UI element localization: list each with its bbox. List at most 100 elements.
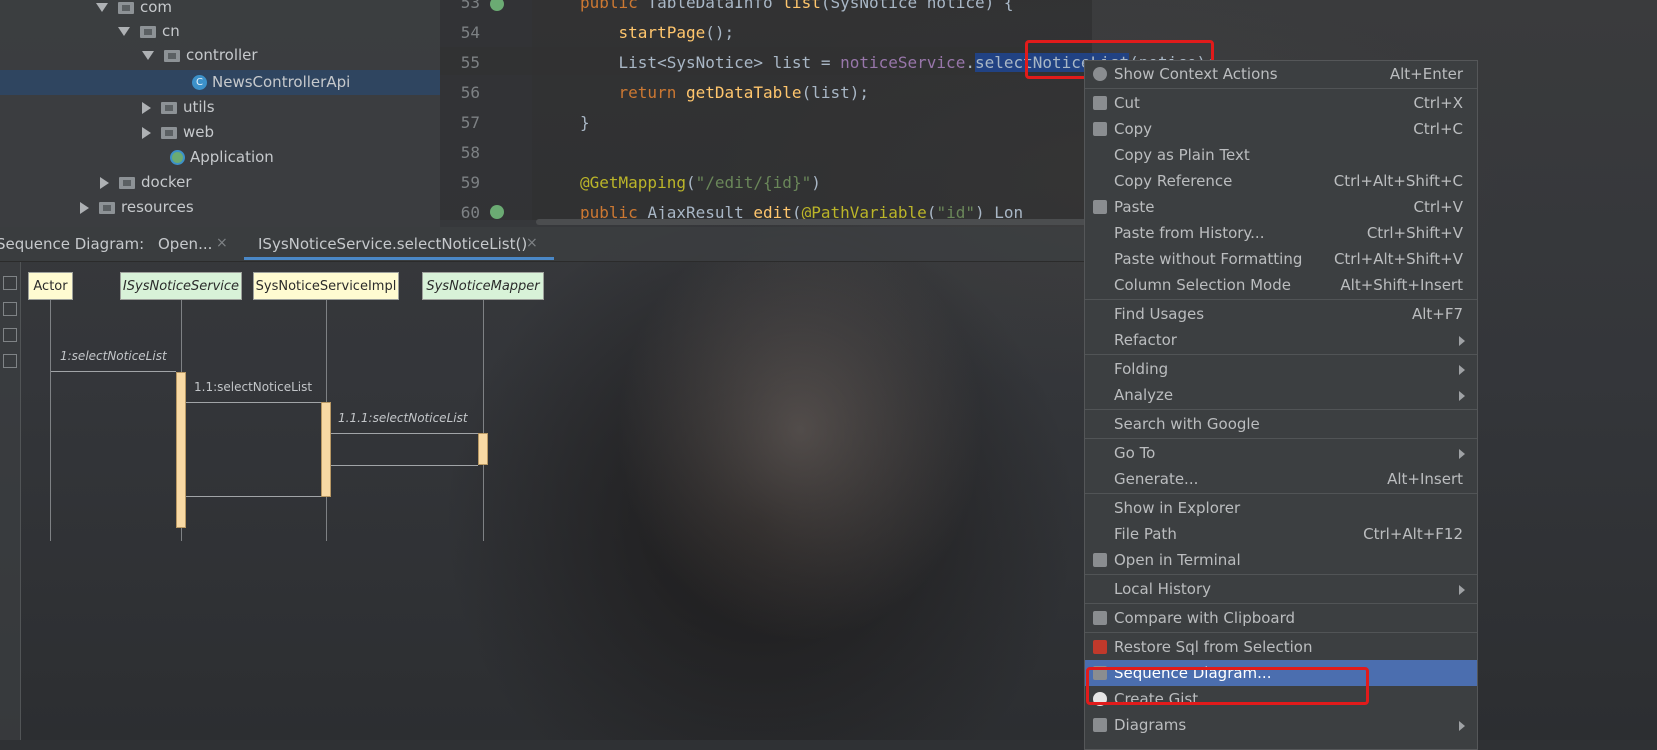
participant-isysnoticeservice[interactable]: ISysNoticeService [120, 272, 242, 300]
tool-window-title: Sequence Diagram: [0, 235, 145, 253]
menu-separator [1085, 354, 1477, 355]
clipboard-icon [1093, 200, 1107, 214]
expand-arrow-icon[interactable] [96, 3, 108, 12]
menu-item-label: Diagrams [1114, 716, 1187, 734]
tree-item-cn[interactable]: cn [118, 19, 180, 44]
diagram-icon [1093, 718, 1107, 732]
code-token: } [580, 113, 590, 132]
code-line[interactable]: public TableDataInfo list(SysNotice noti… [580, 0, 1014, 12]
submenu-arrow-icon [1459, 336, 1465, 346]
image-icon[interactable] [3, 302, 17, 316]
participant-sysnoticeserviceimpl[interactable]: SysNoticeServiceImpl [253, 272, 399, 300]
tree-item-utils[interactable]: utils [142, 95, 215, 120]
export-icon[interactable] [3, 276, 17, 290]
menu-item-open-in-terminal[interactable]: Open in Terminal [1085, 547, 1477, 573]
actor-lifeline [50, 300, 51, 541]
line-number: 60 [460, 203, 480, 222]
menu-item-generate[interactable]: Generate... Alt+Insert [1085, 466, 1477, 492]
menu-item-restore-sql-from-selection[interactable]: Restore Sql from Selection [1085, 634, 1477, 660]
participant-sysnoticemapper[interactable]: SysNoticeMapper [422, 272, 544, 300]
menu-item-copy-as-plain-text[interactable]: Copy as Plain Text [1085, 142, 1477, 168]
expand-arrow-icon[interactable] [118, 27, 130, 36]
folder-icon [161, 126, 177, 139]
menu-item-label: Show in Explorer [1114, 499, 1241, 517]
collapse-arrow-icon[interactable] [142, 126, 151, 139]
line-number: 56 [460, 83, 480, 102]
submenu-arrow-icon [1459, 391, 1465, 401]
menu-item-copy[interactable]: Copy Ctrl+C [1085, 116, 1477, 142]
participant-actor[interactable]: Actor [28, 272, 73, 300]
menu-item-shortcut: Alt+F7 [1411, 305, 1463, 323]
menu-item-label: Go To [1114, 444, 1156, 462]
menu-item-search-with-google[interactable]: Search with Google [1085, 411, 1477, 437]
menu-item-label: Search with Google [1114, 415, 1260, 433]
text-icon[interactable] [3, 328, 17, 342]
editor-horizontal-scrollbar[interactable] [536, 219, 1096, 225]
tab-close-icon[interactable]: × [526, 235, 538, 251]
menu-item-shortcut: Ctrl+C [1413, 120, 1463, 138]
menu-item-go-to[interactable]: Go To [1085, 440, 1477, 466]
code-line[interactable]: startPage(); [580, 23, 735, 42]
menu-item-show-context-actions[interactable]: Show Context Actions Alt+Enter [1085, 61, 1477, 87]
folder-icon [164, 49, 180, 62]
tree-item-resources[interactable]: resources [80, 195, 194, 220]
implementation-gutter-icon[interactable] [490, 205, 504, 219]
line-number: 59 [460, 173, 480, 192]
message-arrow-1-1-1 [331, 433, 478, 434]
mapper-activation [478, 433, 488, 465]
menu-separator [1085, 299, 1477, 300]
menu-item-compare-with-clipboard[interactable]: Compare with Clipboard [1085, 605, 1477, 631]
tree-item-com[interactable]: com [96, 0, 172, 20]
submenu-arrow-icon [1459, 449, 1465, 459]
menu-item-paste-from-history[interactable]: Paste from History... Ctrl+Shift+V [1085, 220, 1477, 246]
menu-item-folding[interactable]: Folding [1085, 356, 1477, 382]
menu-item-label: Column Selection Mode [1114, 276, 1291, 294]
menu-item-paste[interactable]: Paste Ctrl+V [1085, 194, 1477, 220]
collapse-arrow-icon[interactable] [80, 201, 89, 214]
tree-item-web[interactable]: web [142, 120, 214, 145]
menu-item-diagrams[interactable]: Diagrams [1085, 712, 1477, 738]
menu-item-label: Find Usages [1114, 305, 1205, 323]
tab-open[interactable]: Open... [158, 235, 212, 253]
menu-separator [1085, 88, 1477, 89]
menu-separator [1085, 409, 1477, 410]
diagram-toolbar [0, 262, 21, 740]
menu-item-cut[interactable]: Cut Ctrl+X [1085, 90, 1477, 116]
menu-item-local-history[interactable]: Local History [1085, 576, 1477, 602]
menu-item-paste-without-formatting[interactable]: Paste without Formatting Ctrl+Alt+Shift+V [1085, 246, 1477, 272]
menu-item-analyze[interactable]: Analyze [1085, 382, 1477, 408]
settings-icon[interactable] [3, 354, 17, 368]
menu-item-shortcut: Ctrl+Alt+Shift+V [1333, 250, 1463, 268]
menu-item-column-selection-mode[interactable]: Column Selection Mode Alt+Shift+Insert [1085, 272, 1477, 298]
menu-item-shortcut: Alt+Shift+Insert [1340, 276, 1463, 294]
menu-item-file-path[interactable]: File Path Ctrl+Alt+F12 [1085, 521, 1477, 547]
menu-item-shortcut: Ctrl+Alt+F12 [1363, 525, 1463, 543]
tab-close-icon[interactable]: × [216, 235, 228, 251]
menu-item-refactor[interactable]: Refactor [1085, 327, 1477, 353]
tree-item-newscontrollerapi[interactable]: C NewsControllerApi [192, 70, 350, 95]
code-line[interactable]: } [580, 113, 590, 132]
tree-item-application[interactable]: Application [170, 145, 274, 170]
menu-item-copy-reference[interactable]: Copy Reference Ctrl+Alt+Shift+C [1085, 168, 1477, 194]
project-tree: com cn controller C NewsControllerApi uti… [0, 0, 440, 227]
collapse-arrow-icon[interactable] [142, 101, 151, 114]
code-line[interactable]: return getDataTable(list); [580, 83, 869, 102]
tree-item-docker[interactable]: docker [100, 170, 192, 195]
code-token: list [782, 0, 821, 12]
return-arrow-1-1 [186, 496, 321, 497]
collapse-arrow-icon[interactable] [100, 176, 109, 189]
tree-item-controller[interactable]: controller [142, 43, 258, 68]
code-token: . [965, 53, 975, 72]
code-token: TableDataInfo [647, 0, 783, 12]
compare-icon [1093, 611, 1107, 625]
menu-separator [1085, 632, 1477, 633]
menu-item-label: Local History [1114, 580, 1212, 598]
expand-arrow-icon[interactable] [142, 51, 154, 60]
menu-item-show-in-explorer[interactable]: Show in Explorer [1085, 495, 1477, 521]
code-line[interactable]: @GetMapping("/edit/{id}") [580, 173, 821, 192]
menu-item-find-usages[interactable]: Find Usages Alt+F7 [1085, 301, 1477, 327]
menu-item-label: Paste [1114, 198, 1155, 216]
menu-item-label: Restore Sql from Selection [1114, 638, 1313, 656]
tab-sequence-diagram[interactable]: ISysNoticeService.selectNoticeList() [258, 235, 527, 253]
